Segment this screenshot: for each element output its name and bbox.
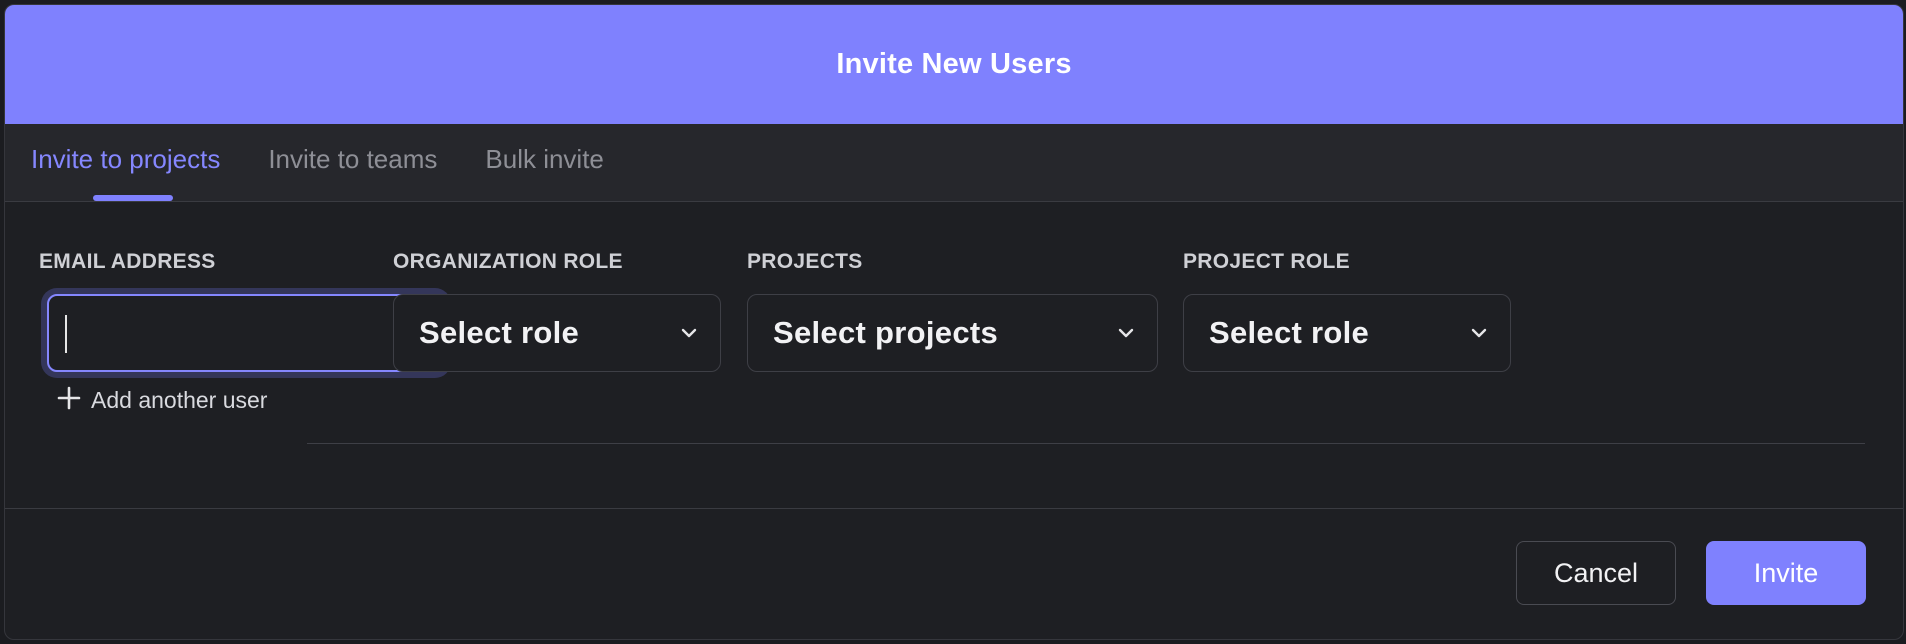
- modal-header: Invite New Users: [5, 5, 1903, 124]
- chevron-down-icon: [680, 324, 698, 342]
- tab-bulk-invite[interactable]: Bulk invite: [485, 124, 604, 201]
- project-role-select[interactable]: Select role: [1183, 294, 1511, 372]
- text-cursor: [65, 315, 67, 353]
- add-another-user-button[interactable]: Add another user: [57, 386, 267, 415]
- invite-form: EMAIL ADDRESS ORGANIZATION ROLE PROJECTS…: [5, 202, 1903, 509]
- organization-role-select[interactable]: Select role: [393, 294, 721, 372]
- tab-bar: Invite to projects Invite to teams Bulk …: [5, 124, 1903, 202]
- invite-users-modal: Invite New Users Invite to projects Invi…: [4, 4, 1904, 640]
- organization-role-label: ORGANIZATION ROLE: [393, 250, 623, 273]
- chevron-down-icon: [1470, 324, 1488, 342]
- modal-title: Invite New Users: [836, 48, 1072, 80]
- organization-role-value: Select role: [419, 315, 580, 350]
- tab-invite-to-projects[interactable]: Invite to projects: [31, 124, 220, 201]
- divider: [307, 443, 1865, 444]
- email-address-input[interactable]: [47, 294, 445, 372]
- projects-select[interactable]: Select projects: [747, 294, 1158, 372]
- modal-footer: Cancel Invite: [5, 509, 1903, 639]
- add-another-user-label: Add another user: [91, 387, 268, 413]
- project-role-value: Select role: [1209, 315, 1370, 350]
- projects-value: Select projects: [773, 315, 999, 350]
- invite-button[interactable]: Invite: [1706, 541, 1866, 605]
- chevron-down-icon: [1117, 324, 1135, 342]
- email-address-label: EMAIL ADDRESS: [39, 250, 216, 273]
- projects-label: PROJECTS: [747, 250, 863, 273]
- project-role-label: PROJECT ROLE: [1183, 250, 1350, 273]
- plus-icon: [57, 386, 81, 415]
- cancel-button[interactable]: Cancel: [1516, 541, 1676, 605]
- tab-invite-to-teams[interactable]: Invite to teams: [268, 124, 437, 201]
